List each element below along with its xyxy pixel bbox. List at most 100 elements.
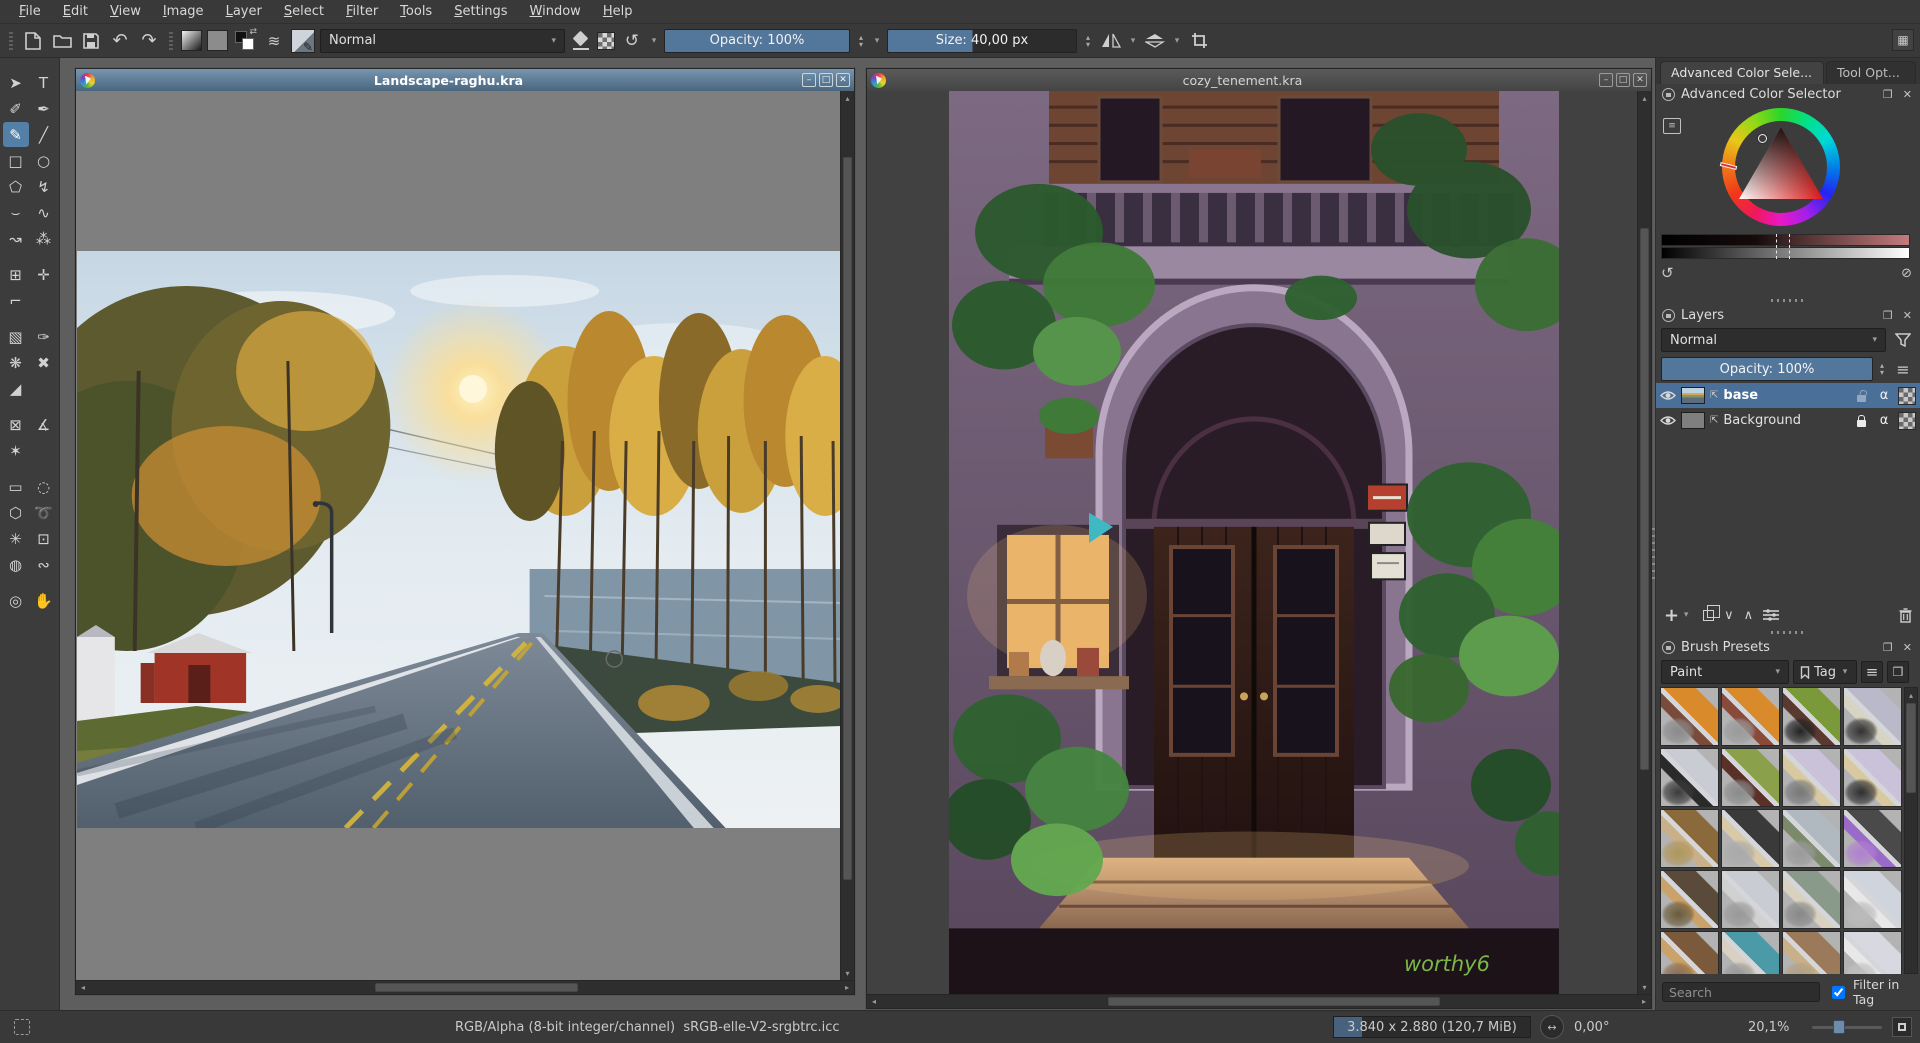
tool-zoom[interactable]: ◎ [3, 588, 29, 613]
brush-preset-chooser[interactable] [291, 29, 315, 53]
tool-color-sampler[interactable]: ✑ [31, 324, 57, 349]
color-selector-settings-icon[interactable]: ≡ [1663, 118, 1681, 134]
zoom-slider[interactable] [1812, 1026, 1882, 1029]
maximize-button[interactable]: □ [1616, 73, 1630, 87]
tool-freehand-select[interactable]: ➰ [31, 500, 57, 525]
tool-multibrush[interactable]: ⁂ [31, 226, 57, 251]
tool-move[interactable]: ✛ [31, 262, 57, 287]
tool-line[interactable]: ╱ [31, 122, 57, 147]
tool-enclose-fill[interactable]: ⊠ [3, 412, 29, 437]
refresh-colors-icon[interactable]: ↺ [1661, 264, 1674, 282]
save-button[interactable] [79, 29, 103, 53]
tool-pattern-edit[interactable]: ❋ [3, 350, 29, 375]
menu-layer[interactable]: Layer [215, 2, 273, 21]
brush-size-slider[interactable]: Size: 40,00 px [887, 29, 1077, 53]
menu-tools[interactable]: Tools [389, 2, 443, 21]
minimize-button[interactable]: – [1599, 73, 1613, 87]
chevron-down-icon[interactable]: ▾ [872, 36, 882, 46]
tool-transform[interactable]: ⊞ [3, 262, 29, 287]
tool-polygon[interactable]: ⬠ [3, 174, 29, 199]
blend-mode-select[interactable]: Normal ▾ [320, 29, 565, 53]
brush-search-input[interactable] [1662, 982, 1820, 1002]
tool-pan[interactable]: ✋ [31, 588, 57, 613]
preset-menu-button[interactable]: ≡ [1861, 661, 1883, 683]
layer-row-background[interactable]: ⇱ Background α [1656, 408, 1920, 433]
tool-dynamic-brush[interactable]: ↝ [3, 226, 29, 251]
canvas-rotation-icon[interactable]: ↔ [1540, 1015, 1564, 1039]
maximize-button[interactable]: □ [819, 73, 833, 87]
preserve-alpha-button[interactable] [597, 32, 615, 50]
layer-properties-button[interactable] [1763, 609, 1779, 621]
tool-polygon-select[interactable]: ⬡ [3, 500, 29, 525]
docker-lock-icon[interactable] [1662, 641, 1675, 654]
layer-blend-mode-select[interactable]: Normal ▾ [1661, 328, 1886, 352]
brush-settings-icon[interactable]: ≋ [262, 29, 286, 53]
open-document-button[interactable] [50, 29, 74, 53]
hue-wheel[interactable] [1722, 108, 1840, 226]
tool-rect-select[interactable]: ▭ [3, 474, 29, 499]
scroll-down-icon[interactable]: ▾ [1638, 980, 1651, 994]
size-spinner[interactable]: ▴▾ [1082, 34, 1094, 48]
chevron-down-icon[interactable]: ▾ [1681, 610, 1691, 620]
close-button[interactable]: ✕ [836, 73, 850, 87]
layer-filter-icon[interactable] [1891, 329, 1915, 351]
scroll-right-icon[interactable]: ▸ [1637, 997, 1651, 1006]
scroll-right-icon[interactable]: ▸ [840, 983, 854, 992]
horizontal-scrollbar[interactable]: ◂ ▸ [76, 980, 854, 994]
tool-contiguous-select[interactable]: ◍ [3, 552, 29, 577]
brush-preset-2[interactable] [1721, 687, 1780, 746]
vertical-mirror-button[interactable] [1143, 29, 1167, 53]
brush-preset-13[interactable] [1660, 870, 1719, 929]
tool-bezier-select[interactable]: ⊡ [31, 526, 57, 551]
docker-lock-icon[interactable] [1662, 88, 1675, 101]
tool-fill[interactable]: ◢ [3, 376, 29, 401]
opacity-slider[interactable]: Opacity: 100% [664, 29, 850, 53]
zoom-slider-thumb[interactable] [1833, 1020, 1845, 1034]
gradient-chooser[interactable] [181, 30, 202, 51]
saturation-value-triangle[interactable] [1737, 125, 1825, 203]
menu-window[interactable]: Window [519, 2, 592, 21]
horizontal-scrollbar[interactable]: ◂ ▸ [867, 994, 1651, 1008]
toolbar-grip[interactable] [169, 32, 173, 50]
brush-preset-4[interactable] [1843, 687, 1902, 746]
redo-button[interactable]: ↷ [137, 29, 161, 53]
trim-canvas-button[interactable] [1187, 29, 1211, 53]
scroll-left-icon[interactable]: ◂ [76, 983, 90, 992]
duplicate-layer-button[interactable] [1701, 610, 1714, 621]
tool-freehand-path[interactable]: ∿ [31, 200, 57, 225]
horizontal-mirror-button[interactable] [1099, 29, 1123, 53]
filter-in-tag[interactable]: Filter in Tag [1828, 977, 1914, 1007]
float-docker-icon[interactable]: ❐ [1881, 309, 1895, 322]
move-layer-up-button[interactable]: ∧ [1744, 608, 1754, 623]
tool-freehand-brush[interactable]: ✎ [3, 122, 29, 147]
shade-bar-hue[interactable] [1661, 234, 1910, 246]
tool-similar-color-select[interactable]: ✳ [3, 526, 29, 551]
titlebar-tenement[interactable]: cozy_tenement.kra – □ ✕ [867, 69, 1651, 91]
image-size-memory[interactable]: 3.840 x 2.880 (120,7 MiB) [1333, 1016, 1531, 1038]
tool-rectangle[interactable]: □ [3, 148, 29, 173]
menu-edit[interactable]: Edit [52, 2, 99, 21]
pattern-chooser[interactable] [207, 30, 228, 51]
menu-file[interactable]: File [8, 2, 52, 21]
brush-preset-16[interactable] [1843, 870, 1902, 929]
menu-view[interactable]: View [99, 2, 152, 21]
brush-preset-17[interactable] [1660, 931, 1719, 974]
float-docker-icon[interactable]: ❐ [1881, 88, 1895, 101]
layer-list-menu-icon[interactable]: ≡ [1891, 358, 1915, 380]
add-layer-button[interactable]: + [1664, 605, 1679, 626]
reload-preset-button[interactable]: ↺ [620, 29, 644, 53]
layer-alpha-inherit-toggle[interactable] [1898, 387, 1916, 405]
scroll-down-icon[interactable]: ▾ [841, 966, 854, 980]
menu-select[interactable]: Select [273, 2, 335, 21]
brush-preset-12[interactable] [1843, 809, 1902, 868]
layer-row-base[interactable]: ⇱ base α [1656, 383, 1920, 408]
titlebar-landscape[interactable]: Landscape-raghu.kra – □ ✕ [76, 69, 854, 91]
layer-visibility-icon[interactable] [1660, 415, 1676, 426]
color-cursor[interactable] [1758, 134, 1767, 143]
brush-preset-10[interactable] [1721, 809, 1780, 868]
tool-text[interactable]: T [31, 70, 57, 95]
brush-preset-20[interactable] [1843, 931, 1902, 974]
vertical-scrollbar[interactable]: ▴ ▾ [840, 91, 854, 980]
brush-preset-3[interactable] [1782, 687, 1841, 746]
float-docker-icon[interactable]: ❐ [1881, 641, 1895, 654]
